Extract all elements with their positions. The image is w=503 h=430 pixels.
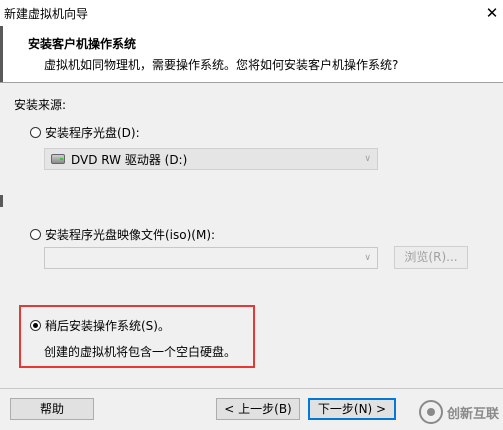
- iso-path-dropdown[interactable]: ∨: [44, 247, 378, 269]
- watermark-text: 创新互联: [446, 406, 499, 422]
- install-source-label: 安装来源:: [14, 98, 67, 112]
- install-later-description: 创建的虚拟机将包含一个空白硬盘。: [44, 345, 237, 359]
- back-button[interactable]: < 上一步(B): [216, 398, 300, 420]
- chevron-down-icon: ∨: [364, 154, 371, 164]
- radio-install-iso[interactable]: 安装程序光盘映像文件(iso)(M):: [30, 226, 215, 243]
- radio-button[interactable]: [30, 320, 41, 331]
- chevron-down-icon: ∨: [364, 253, 371, 263]
- footer-divider: [0, 388, 503, 389]
- next-button[interactable]: 下一步(N) >: [308, 398, 396, 420]
- watermark-logo-icon: [418, 400, 443, 424]
- browse-button[interactable]: 浏览(R)...: [394, 246, 468, 269]
- page-subtitle: 虚拟机如同物理机，需要操作系统。您将如何安装客户机操作系统?: [44, 58, 399, 72]
- watermark: 创新互联: [418, 400, 499, 424]
- new-vm-wizard-window: 新建虚拟机向导 ✕ 安装客户机操作系统 虚拟机如同物理机，需要操作系统。您将如何…: [0, 0, 503, 430]
- window-title: 新建虚拟机向导: [4, 7, 89, 21]
- radio-install-iso-label: 安装程序光盘映像文件(iso)(M):: [45, 228, 216, 242]
- radio-button[interactable]: [30, 127, 41, 138]
- background-window-edge: [0, 195, 3, 207]
- background-window-edge: [0, 26, 3, 82]
- close-icon[interactable]: ✕: [481, 0, 503, 26]
- help-button[interactable]: 帮助: [10, 398, 94, 420]
- disc-drive-dropdown[interactable]: DVD RW 驱动器 (D:) ∨: [44, 148, 378, 170]
- disc-drive-dropdown-value: DVD RW 驱动器 (D:): [71, 152, 188, 167]
- radio-install-later-label: 稍后安装操作系统(S)。: [45, 319, 170, 333]
- page-title: 安装客户机操作系统: [28, 37, 137, 51]
- radio-install-disc-label: 安装程序光盘(D):: [45, 126, 140, 140]
- wizard-header: 安装客户机操作系统 虚拟机如同物理机，需要操作系统。您将如何安装客户机操作系统?: [0, 26, 503, 83]
- dvd-drive-icon: [51, 154, 65, 164]
- radio-install-later[interactable]: 稍后安装操作系统(S)。: [30, 317, 170, 334]
- title-bar: 新建虚拟机向导 ✕: [0, 0, 503, 27]
- radio-install-disc[interactable]: 安装程序光盘(D):: [30, 124, 140, 141]
- radio-button[interactable]: [30, 229, 41, 240]
